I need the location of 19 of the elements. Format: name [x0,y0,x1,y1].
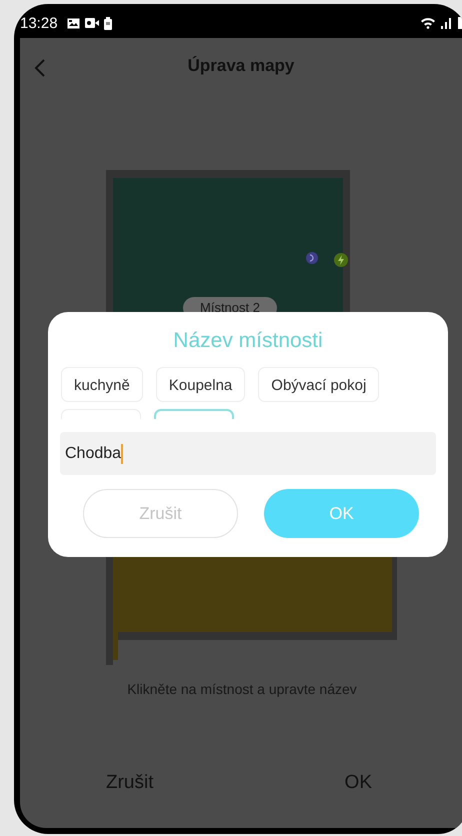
action-button[interactable]: OK [344,768,372,798]
round-marker-icon[interactable] [306,252,318,264]
video-camera-icon [84,18,99,28]
back-icon[interactable] [34,58,46,78]
ok-button[interactable]: OK [264,489,419,538]
room-chip[interactable]: Koupelna [156,367,246,402]
battery-icon [104,16,112,30]
image-icon [66,18,80,28]
signal-icon [441,17,453,29]
room-chip[interactable]: Obývací pokoj [258,367,380,402]
dialog-title: Název místnosti [172,328,324,354]
status-time: 13:28 [20,14,58,32]
bolt-marker-icon[interactable] [334,253,348,267]
action-button[interactable]: Zrušit [106,768,154,798]
page-title: Úprava mapy [186,56,296,76]
cancel-button[interactable]: Zrušit [83,489,238,538]
name-input-field[interactable]: Chodba [60,432,436,475]
room-chip[interactable]: kuchyně [61,367,143,402]
wifi-icon [420,17,436,29]
